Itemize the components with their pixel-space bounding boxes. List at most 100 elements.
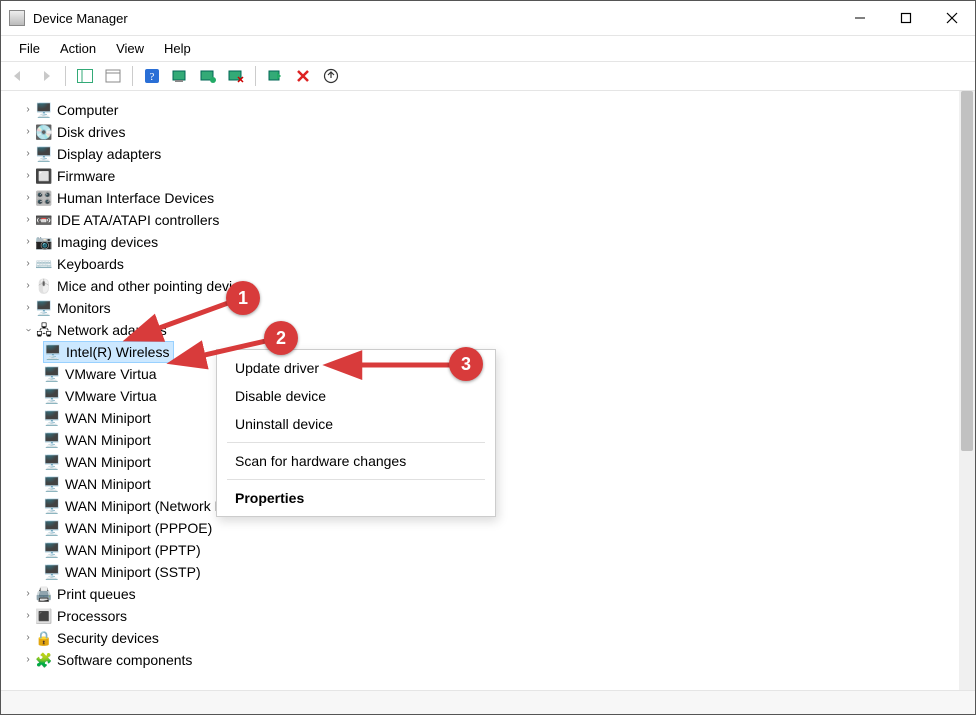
tree-node-adapter[interactable]: 🖥️WAN Miniport (PPPOE)	[43, 517, 975, 539]
add-legacy-hardware-icon[interactable]	[320, 65, 342, 87]
tree-node-adapter[interactable]: 🖥️VMware Virtua	[43, 385, 975, 407]
tree-label: Keyboards	[57, 253, 124, 275]
context-disable-device[interactable]: Disable device	[217, 382, 495, 410]
annotation-badge-1: 1	[226, 281, 260, 315]
chevron-right-icon: ›	[21, 165, 35, 187]
tree-label: Imaging devices	[57, 231, 158, 253]
tree-node-computer[interactable]: ›🖥️Computer	[21, 99, 975, 121]
tree-label: Intel(R) Wireless	[66, 341, 169, 363]
tree-label: WAN Miniport	[65, 473, 151, 495]
tree-node-adapter[interactable]: 🖥️WAN Miniport (PPTP)	[43, 539, 975, 561]
tree-node-hid[interactable]: ›🎛️Human Interface Devices	[21, 187, 975, 209]
tree-node-print-queues[interactable]: ›🖨️Print queues	[21, 583, 975, 605]
tree-node-software-components[interactable]: ›🧩Software components	[21, 649, 975, 671]
tree-label: WAN Miniport	[65, 451, 151, 473]
tree-node-adapter[interactable]: 🖥️WAN Miniport (Network Monitor)	[43, 495, 975, 517]
toolbar-separator	[65, 66, 66, 86]
context-scan-hardware[interactable]: Scan for hardware changes	[217, 447, 495, 475]
tree-label: WAN Miniport (SSTP)	[65, 561, 201, 583]
chevron-right-icon: ›	[21, 605, 35, 627]
tree-node-adapter[interactable]: 🖥️WAN Miniport	[43, 429, 975, 451]
tree-label: Network adapters	[57, 319, 167, 341]
update-driver-icon[interactable]	[197, 65, 219, 87]
menu-action[interactable]: Action	[50, 38, 106, 59]
tree-node-keyboards[interactable]: ›⌨️Keyboards	[21, 253, 975, 275]
tree-node-display-adapters[interactable]: ›🖥️Display adapters	[21, 143, 975, 165]
adapter-icon: 🖥️	[43, 432, 61, 448]
tree-label: Computer	[57, 99, 118, 121]
tree-node-adapter[interactable]: 🖥️WAN Miniport	[43, 407, 975, 429]
enable-device-icon[interactable]	[264, 65, 286, 87]
tree-label: Display adapters	[57, 143, 161, 165]
scrollbar-thumb[interactable]	[961, 91, 973, 451]
context-uninstall-device[interactable]: Uninstall device	[217, 410, 495, 438]
mouse-icon: 🖱️	[35, 278, 53, 294]
tree-node-security-devices[interactable]: ›🔒Security devices	[21, 627, 975, 649]
minimize-button[interactable]	[837, 3, 883, 33]
tree-node-imaging[interactable]: ›📷Imaging devices	[21, 231, 975, 253]
menu-help[interactable]: Help	[154, 38, 201, 59]
context-properties[interactable]: Properties	[217, 484, 495, 512]
tree-node-network-adapters[interactable]: ›🖧Network adapters	[21, 319, 975, 341]
computer-icon: 🖥️	[35, 102, 53, 118]
tree-node-adapter[interactable]: 🖥️WAN Miniport (SSTP)	[43, 561, 975, 583]
adapter-icon: 🖥️	[43, 476, 61, 492]
tree-label: WAN Miniport	[65, 429, 151, 451]
tree-node-processors[interactable]: ›🔳Processors	[21, 605, 975, 627]
status-bar	[1, 690, 975, 715]
close-button[interactable]	[929, 3, 975, 33]
adapter-icon: 🖥️	[43, 366, 61, 382]
properties-tool-icon[interactable]	[102, 65, 124, 87]
annotation-badge-3: 3	[449, 347, 483, 381]
network-children: 🖥️Intel(R) Wireless 🖥️VMware Virtua 🖥️VM…	[21, 341, 975, 583]
tree-node-intel-wireless[interactable]: 🖥️Intel(R) Wireless	[43, 341, 174, 363]
toolbar-separator	[132, 66, 133, 86]
adapter-icon: 🖥️	[44, 344, 62, 360]
help-tool-icon[interactable]: ?	[141, 65, 163, 87]
tree-node-adapter[interactable]: 🖥️WAN Miniport	[43, 451, 975, 473]
tree-label: WAN Miniport	[65, 407, 151, 429]
annotation-badge-2: 2	[264, 321, 298, 355]
titlebar: Device Manager	[1, 1, 975, 35]
window-title: Device Manager	[33, 11, 837, 26]
tree-node-ide[interactable]: ›📼IDE ATA/ATAPI controllers	[21, 209, 975, 231]
menu-file[interactable]: File	[9, 38, 50, 59]
tree-node-mice[interactable]: ›🖱️Mice and other pointing devices	[21, 275, 975, 297]
tree-label: WAN Miniport (PPPOE)	[65, 517, 212, 539]
adapter-icon: 🖥️	[43, 410, 61, 426]
chevron-right-icon: ›	[21, 275, 35, 297]
tree-node-disk-drives[interactable]: ›💽Disk drives	[21, 121, 975, 143]
menu-view[interactable]: View	[106, 38, 154, 59]
chevron-down-icon: ›	[17, 323, 39, 337]
cpu-icon: 🔳	[35, 608, 53, 624]
tree-label: Print queues	[57, 583, 136, 605]
tree-label: Software components	[57, 649, 192, 671]
hid-icon: 🎛️	[35, 190, 53, 206]
software-icon: 🧩	[35, 652, 53, 668]
disk-icon: 💽	[35, 124, 53, 140]
forward-button[interactable]	[35, 65, 57, 87]
adapter-icon: 🖥️	[43, 498, 61, 514]
chevron-right-icon: ›	[21, 187, 35, 209]
chevron-right-icon: ›	[21, 627, 35, 649]
tree-label: Security devices	[57, 627, 159, 649]
window-controls	[837, 3, 975, 33]
vertical-scrollbar[interactable]	[959, 91, 975, 690]
chevron-right-icon: ›	[21, 253, 35, 275]
disable-device-icon[interactable]	[225, 65, 247, 87]
chevron-right-icon: ›	[21, 121, 35, 143]
chevron-right-icon: ›	[21, 297, 35, 319]
tree-label: Monitors	[57, 297, 111, 319]
tree-label: VMware Virtua	[65, 363, 157, 385]
tree-node-monitors[interactable]: ›🖥️Monitors	[21, 297, 975, 319]
show-hide-console-tree-icon[interactable]	[74, 65, 96, 87]
chevron-right-icon: ›	[21, 143, 35, 165]
uninstall-device-icon[interactable]	[292, 65, 314, 87]
back-button[interactable]	[7, 65, 29, 87]
tree-node-adapter[interactable]: 🖥️VMware Virtua	[43, 363, 975, 385]
tree-node-adapter[interactable]: 🖥️WAN Miniport	[43, 473, 975, 495]
scan-hardware-icon[interactable]	[169, 65, 191, 87]
maximize-button[interactable]	[883, 3, 929, 33]
adapter-icon: 🖥️	[43, 454, 61, 470]
tree-node-firmware[interactable]: ›🔲Firmware	[21, 165, 975, 187]
